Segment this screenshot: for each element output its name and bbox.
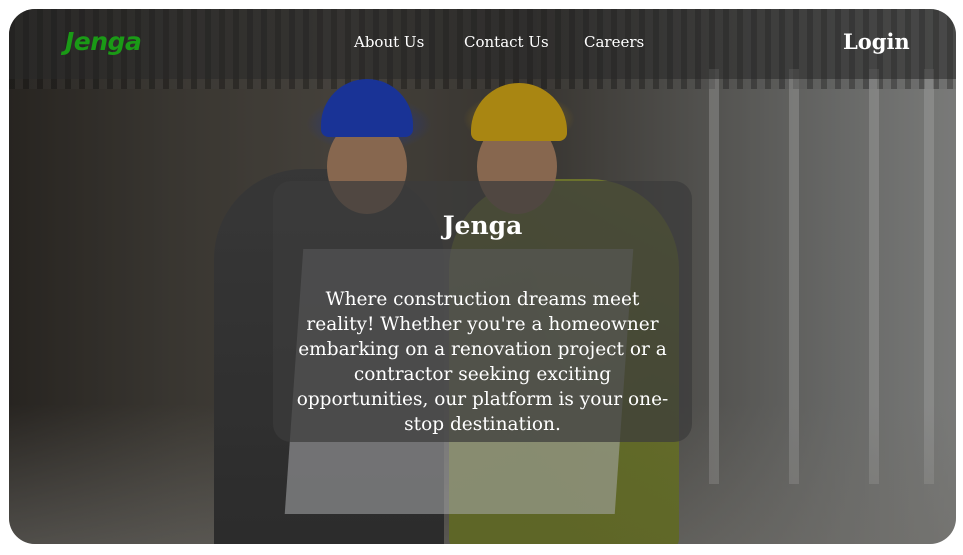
brand-logo[interactable]: Jenga xyxy=(65,27,142,56)
top-navbar: Jenga About Us Contact Us Careers Login xyxy=(9,9,956,79)
hero-info-card: Jenga Where construction dreams meet rea… xyxy=(273,181,692,442)
hero-card-title: Jenga xyxy=(442,211,523,240)
login-button[interactable]: Login xyxy=(843,29,910,54)
nav-careers-link[interactable]: Careers xyxy=(584,33,644,51)
hero-card-description: Where construction dreams meet reality! … xyxy=(296,289,669,435)
nav-about-us-link[interactable]: About Us xyxy=(354,33,424,51)
nav-contact-us-link[interactable]: Contact Us xyxy=(464,33,549,51)
